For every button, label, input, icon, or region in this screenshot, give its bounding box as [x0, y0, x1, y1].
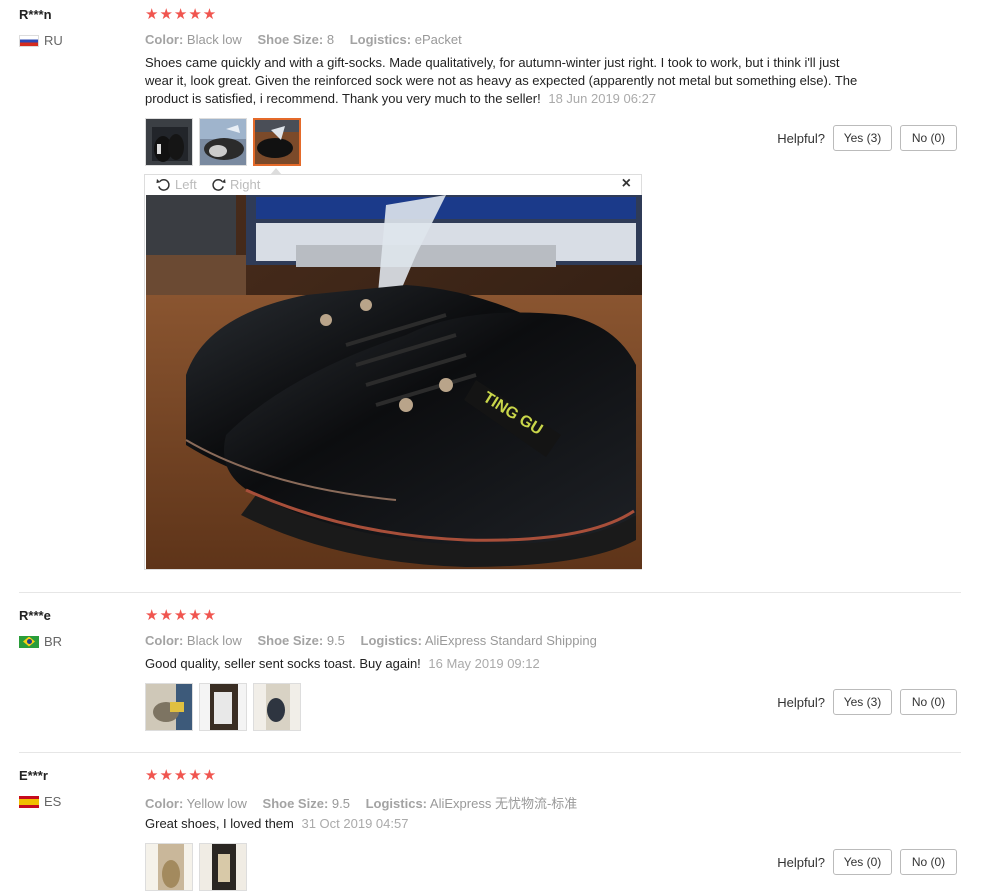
logistics-label: Logistics: [365, 796, 428, 811]
color-label: Color: [145, 633, 184, 648]
review-text-block: Great shoes, I loved them 31 Oct 2019 04… [145, 815, 861, 833]
review-photos [145, 843, 247, 891]
review-date: 18 Jun 2019 06:27 [548, 91, 657, 106]
shoe-size-label: Shoe Size: [262, 796, 329, 811]
russia-flag-icon [19, 34, 39, 47]
color-value: Black low [186, 32, 242, 47]
helpful-controls: Helpful? Yes (0) No (0) [777, 849, 957, 875]
review-photo-thumbnail[interactable] [199, 843, 247, 891]
country-code: BR [44, 634, 63, 649]
spain-flag-icon [19, 795, 39, 808]
shoe-size-value: 9.5 [331, 796, 350, 811]
review-date: 16 May 2019 09:12 [428, 656, 540, 671]
rotate-right-label: Right [230, 177, 261, 192]
rotate-left-button[interactable]: Left [156, 177, 197, 192]
logistics-value: AliExpress Standard Shipping [424, 633, 597, 648]
review-date: 31 Oct 2019 04:57 [301, 816, 409, 831]
reviewer-country: BR [19, 634, 62, 649]
rotate-left-icon [156, 178, 170, 191]
review-photo-thumbnail[interactable] [145, 683, 193, 731]
review-photo-thumbnail[interactable] [199, 118, 247, 166]
logistics-value: AliExpress 无忧物流-标准 [429, 796, 578, 811]
review-photo-large: TING GU [146, 195, 642, 569]
review-photo-thumbnail-selected[interactable] [253, 118, 301, 166]
helpful-controls: Helpful? Yes (3) No (0) [777, 689, 957, 715]
photo-viewer: Left Right × TING GU [144, 168, 642, 570]
shoe-size-label: Shoe Size: [257, 32, 324, 47]
viewer-toolbar: Left Right × [145, 175, 641, 195]
logistics-label: Logistics: [360, 633, 422, 648]
review-divider [19, 592, 961, 593]
rotate-left-label: Left [175, 177, 197, 192]
reviewer-name: E***r [19, 768, 48, 783]
helpful-no-button[interactable]: No (0) [900, 125, 957, 151]
helpful-no-button[interactable]: No (0) [900, 689, 957, 715]
helpful-label: Helpful? [777, 694, 825, 710]
review-body: ★★★★★ Color: Black low Shoe Size: 9.5 Lo… [145, 607, 597, 731]
reviewer-info: E***r ES [19, 768, 61, 809]
close-icon[interactable]: × [622, 175, 631, 193]
helpful-label: Helpful? [777, 130, 825, 146]
review-divider [19, 752, 961, 753]
review-body: ★★★★★ Color: Yellow low Shoe Size: 9.5 L… [145, 767, 577, 891]
rotate-right-button[interactable]: Right [211, 177, 260, 192]
color-label: Color: [145, 32, 184, 47]
review-photo-thumbnail[interactable] [145, 843, 193, 891]
country-code: RU [44, 33, 63, 48]
star-rating: ★★★★★ [145, 767, 218, 784]
shoe-size-label: Shoe Size: [257, 633, 324, 648]
review-photo-thumbnail[interactable] [145, 118, 193, 166]
helpful-yes-button[interactable]: Yes (3) [833, 689, 892, 715]
logistics-label: Logistics: [349, 32, 412, 47]
review-text: Great shoes, I loved them [145, 816, 294, 831]
brazil-flag-icon [19, 635, 39, 648]
viewer-caret [270, 168, 282, 175]
color-value: Yellow low [186, 796, 247, 811]
review-attributes: Color: Yellow low Shoe Size: 9.5 Logisti… [145, 793, 589, 812]
shoe-size-value: 8 [326, 32, 335, 47]
helpful-label: Helpful? [777, 854, 825, 870]
review-text-block: Shoes came quickly and with a gift-socks… [145, 54, 861, 108]
review-attributes: Color: Black low Shoe Size: 8 Logistics:… [145, 32, 474, 47]
review-attributes: Color: Black low Shoe Size: 9.5 Logistic… [145, 633, 609, 648]
rotate-right-icon [212, 178, 226, 191]
review-body: ★★★★★ Color: Black low Shoe Size: 8 Logi… [145, 6, 857, 166]
review-photo-thumbnail[interactable] [253, 683, 301, 731]
helpful-yes-button[interactable]: Yes (0) [833, 849, 892, 875]
review-text: Good quality, seller sent socks toast. B… [145, 656, 421, 671]
review-photo-thumbnail[interactable] [199, 683, 247, 731]
helpful-no-button[interactable]: No (0) [900, 849, 957, 875]
reviewer-country: ES [19, 794, 61, 809]
reviewer-name: R***n [19, 7, 52, 22]
reviewer-name: R***e [19, 608, 51, 623]
country-code: ES [44, 794, 62, 809]
color-value: Black low [186, 633, 242, 648]
shoe-size-value: 9.5 [326, 633, 345, 648]
review-text-block: Good quality, seller sent socks toast. B… [145, 655, 861, 673]
color-label: Color: [145, 796, 184, 811]
logistics-value: ePacket [414, 32, 462, 47]
star-rating: ★★★★★ [145, 6, 218, 23]
reviewer-info: R***n RU [19, 7, 63, 48]
review-photos [145, 683, 301, 731]
review-photos [145, 118, 301, 166]
review-text: Shoes came quickly and with a gift-socks… [145, 55, 858, 106]
star-rating: ★★★★★ [145, 607, 218, 624]
helpful-yes-button[interactable]: Yes (3) [833, 125, 892, 151]
reviewer-country: RU [19, 33, 63, 48]
reviewer-info: R***e BR [19, 608, 62, 649]
helpful-controls: Helpful? Yes (3) No (0) [777, 125, 957, 151]
